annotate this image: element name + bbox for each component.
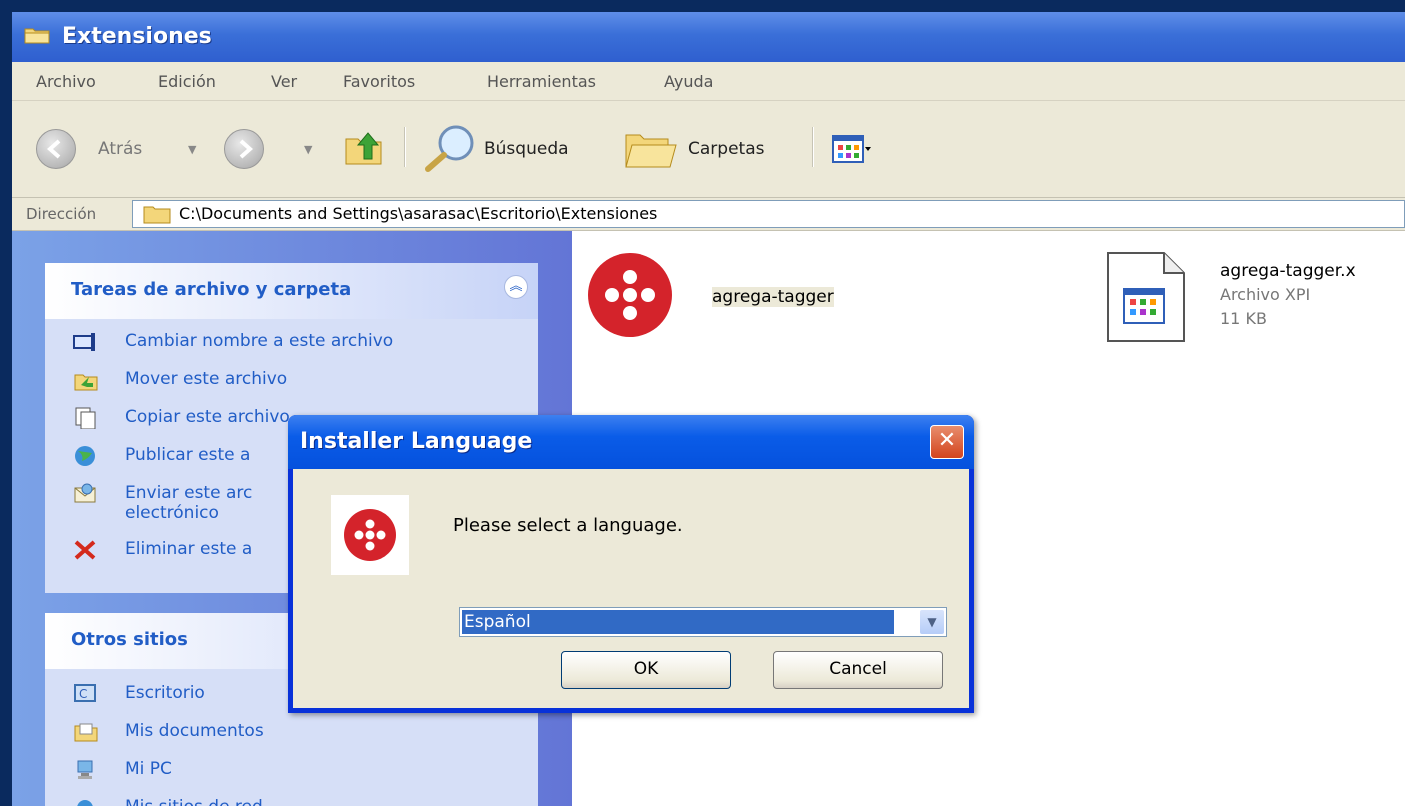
agrega-logo-icon [331,495,409,575]
email-icon [74,483,96,503]
menu-ver[interactable]: Ver [271,72,297,91]
toolbar-separator [404,127,406,167]
title-bar[interactable]: Extensiones [12,12,1405,62]
views-icon[interactable] [832,135,872,165]
back-arrow-icon [46,139,61,159]
language-select[interactable]: Español ▼ [459,607,947,637]
rename-icon [73,333,95,351]
cancel-button[interactable]: Cancel [773,651,943,689]
chevron-down-icon[interactable]: ▼ [920,610,944,634]
menu-bar: Archivo Edición Ver Favoritos Herramient… [12,62,1405,101]
back-button[interactable] [36,129,76,169]
menu-ayuda[interactable]: Ayuda [664,72,713,91]
folder-icon [24,28,50,44]
back-dropdown-icon[interactable]: ▼ [188,143,196,156]
search-label[interactable]: Búsqueda [484,139,569,159]
language-select-value: Español [462,610,894,634]
dialog-message: Please select a language. [453,515,683,536]
file-type: Archivo XPI [1220,285,1311,304]
computer-icon [77,760,93,779]
up-folder-icon[interactable] [342,125,386,169]
dialog-title: Installer Language [300,429,533,454]
forward-dropdown-icon[interactable]: ▼ [304,143,312,156]
file-item-agrega-tagger-xpi[interactable] [1106,251,1206,351]
address-path: C:\Documents and Settings\asarasac\Escri… [179,204,658,223]
svg-text:C: C [79,687,87,701]
ok-button[interactable]: OK [561,651,731,689]
address-input[interactable]: C:\Documents and Settings\asarasac\Escri… [132,200,1405,228]
desktop-icon: C [74,684,96,702]
menu-archivo[interactable]: Archivo [36,72,96,91]
file-tasks-title: Tareas de archivo y carpeta [71,279,352,300]
back-label[interactable]: Atrás [98,139,142,159]
installer-language-dialog: Installer Language ✕ Please select a lan… [288,415,974,713]
menu-favoritos[interactable]: Favoritos [343,72,415,91]
globe-icon [75,446,95,466]
menu-herramientas[interactable]: Herramientas [487,72,596,91]
xpi-file-icon [1107,252,1185,342]
other-places-title: Otros sitios [71,629,188,650]
address-label: Dirección [26,205,97,223]
folders-label[interactable]: Carpetas [688,139,764,159]
file-size: 11 KB [1220,309,1267,328]
forward-button[interactable] [224,129,264,169]
menu-edicion[interactable]: Edición [158,72,216,91]
address-bar: Dirección C:\Documents and Settings\asar… [12,198,1405,231]
close-button[interactable]: ✕ [930,425,964,459]
file-name-xpi[interactable]: agrega-tagger.x [1220,261,1356,281]
toolbar-separator [812,127,814,167]
move-icon [74,374,98,391]
file-tasks-header[interactable]: Tareas de archivo y carpeta ︽ [45,263,538,319]
search-icon[interactable] [422,123,478,173]
folders-icon[interactable] [624,129,680,169]
dialog-body: Please select a language. Español ▼ OK C… [293,469,969,708]
collapse-chevron-icon[interactable]: ︽ [504,275,528,299]
network-icon [77,800,93,806]
documents-folder-icon [74,723,98,742]
dialog-title-bar[interactable]: Installer Language ✕ [288,415,974,469]
agrega-logo-icon [588,253,672,337]
forward-arrow-icon [239,139,254,159]
file-name-agrega-tagger[interactable]: agrega-tagger [712,287,834,307]
copy-icon [75,407,96,429]
delete-x-icon [74,540,96,560]
window-title: Extensiones [62,24,212,49]
close-icon: ✕ [937,428,957,453]
file-item-agrega-tagger[interactable] [586,251,686,351]
folder-icon [143,206,171,224]
toolbar: Atrás ▼ ▼ Búsqueda Carpetas [12,101,1405,198]
